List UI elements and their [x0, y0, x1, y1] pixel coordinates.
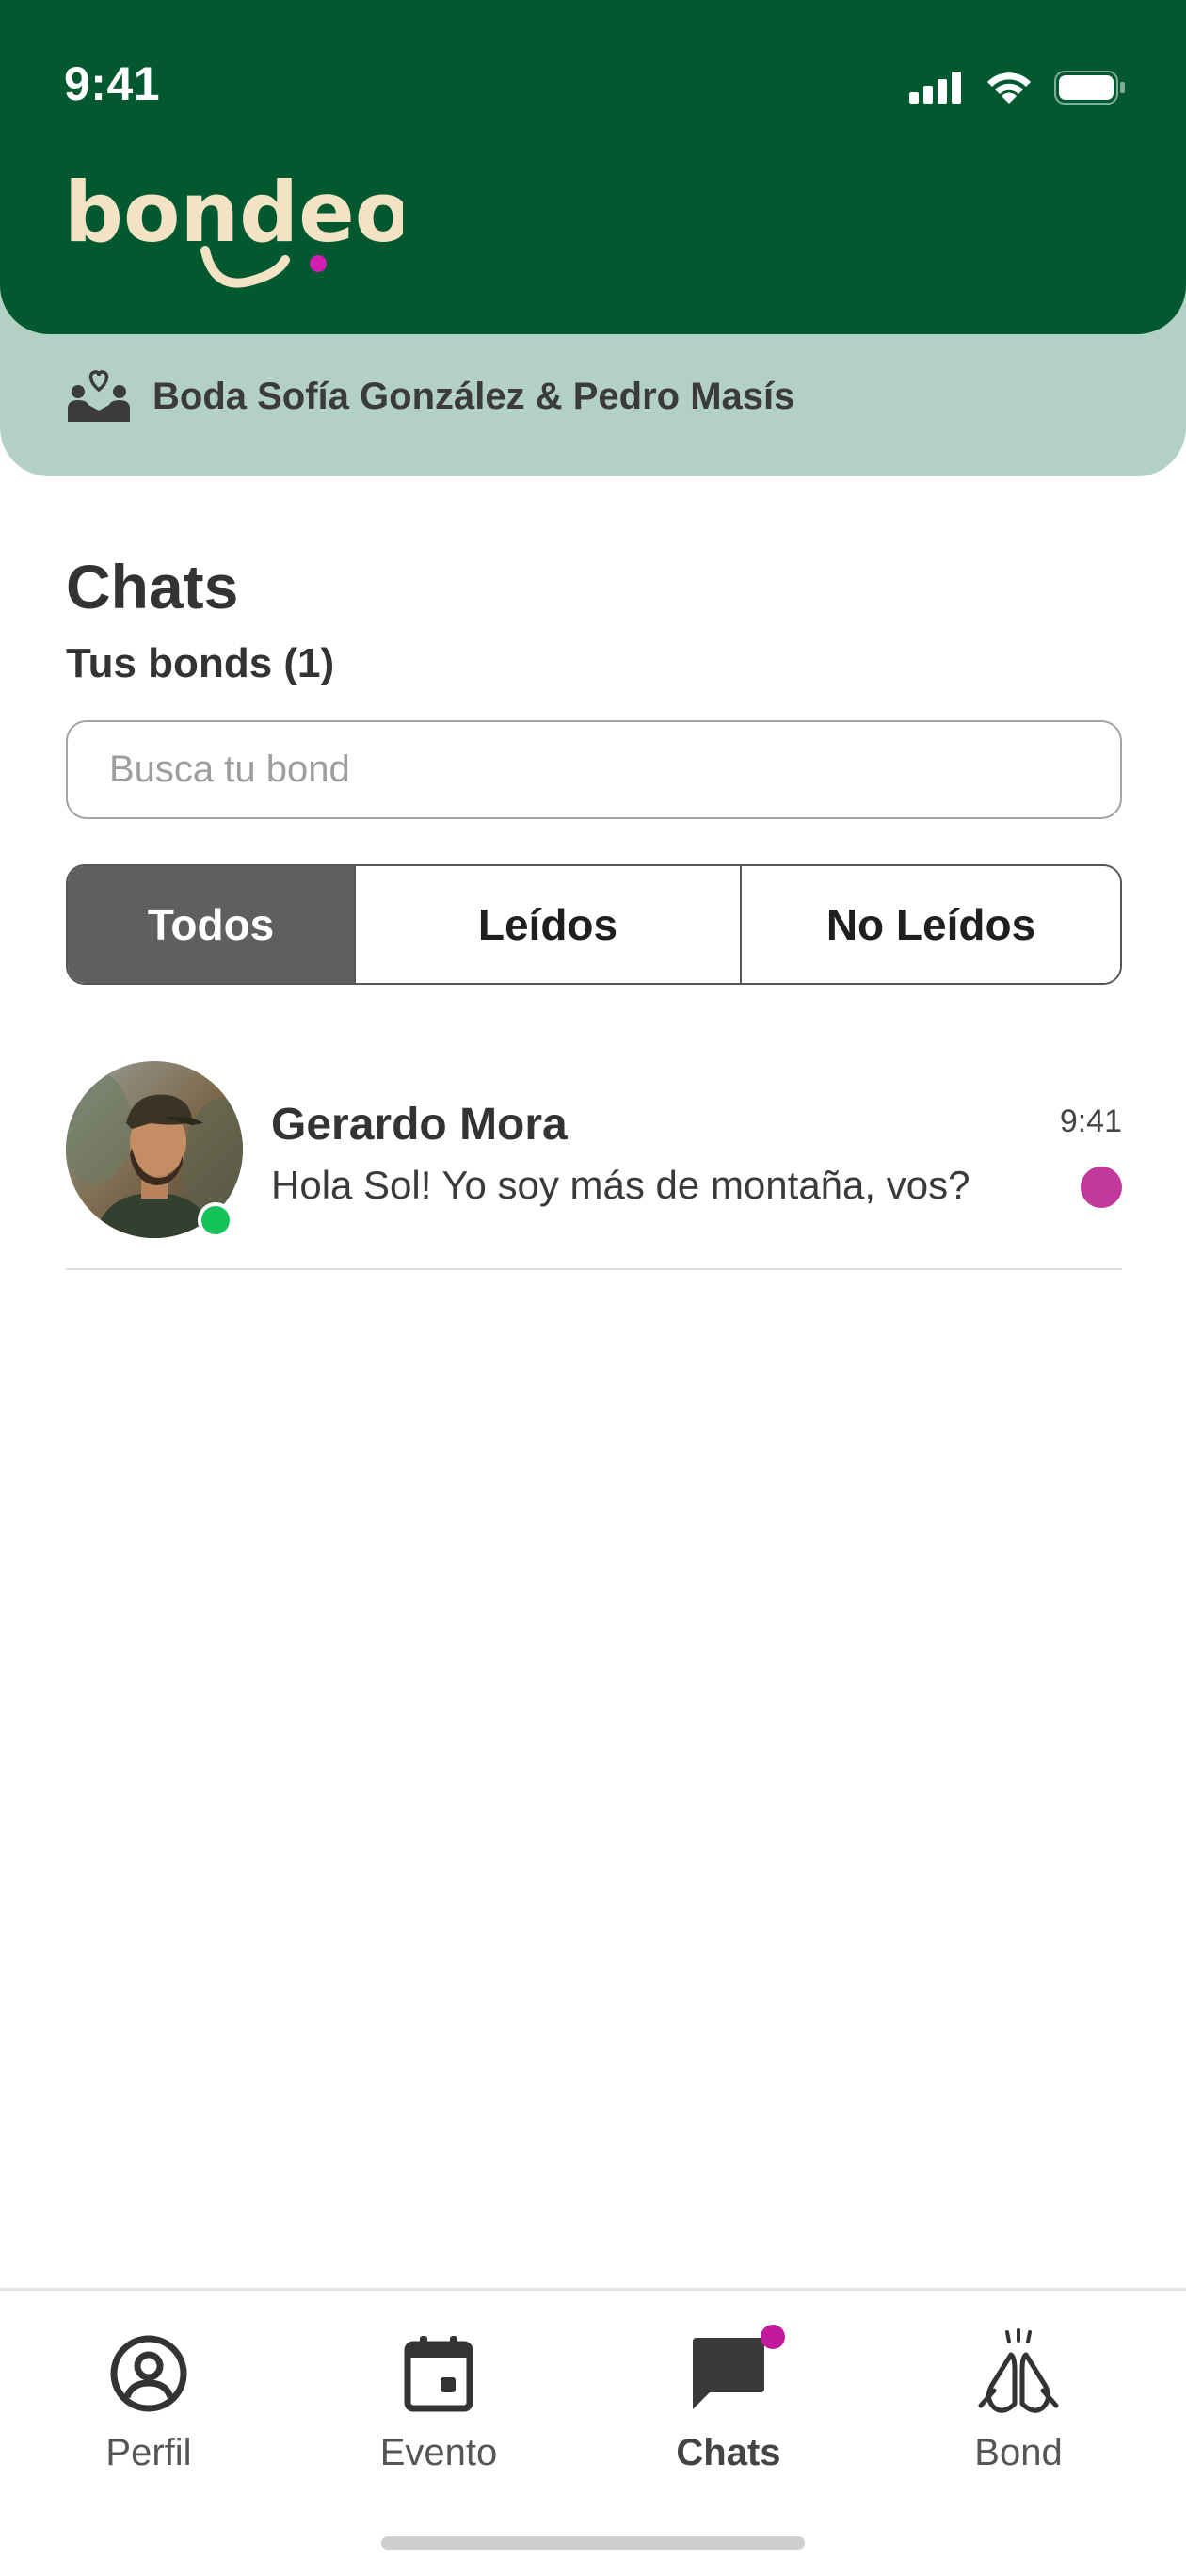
- tab-bond-label: Bond: [974, 2432, 1063, 2473]
- couple-heart-icon: [68, 370, 130, 422]
- tab-evento[interactable]: Evento: [326, 2328, 552, 2474]
- filter-segmented-control: Todos Leídos No Leídos: [66, 864, 1122, 985]
- status-icons: [909, 70, 1126, 105]
- chat-contact-name: Gerardo Mora: [271, 1100, 568, 1150]
- chat-timestamp: 9:41: [1059, 1103, 1122, 1139]
- bottom-tab-bar: Perfil Evento Chats Bond: [0, 2288, 1186, 2576]
- filter-leidos-button[interactable]: Leídos: [354, 866, 740, 983]
- search-input[interactable]: [66, 720, 1122, 819]
- filter-todos-button[interactable]: Todos: [68, 866, 354, 983]
- tab-bond[interactable]: Bond: [906, 2328, 1131, 2474]
- tab-perfil[interactable]: Perfil: [36, 2328, 262, 2474]
- logo-text: bondeo: [64, 169, 403, 261]
- app-header: 9:41 bondeo: [0, 0, 1186, 334]
- filter-no-leidos-button[interactable]: No Leídos: [740, 866, 1120, 983]
- bondeo-logo: bondeo: [64, 164, 411, 301]
- signal-icon: [909, 72, 961, 104]
- chat-bubble-icon: [689, 2325, 785, 2419]
- tab-evento-label: Evento: [379, 2432, 498, 2473]
- wifi-icon: [987, 72, 1031, 104]
- unread-indicator-dot: [1081, 1167, 1122, 1208]
- event-name: Boda Sofía González & Pedro Masís: [152, 375, 795, 417]
- home-indicator: [381, 2536, 805, 2550]
- clapping-hands-icon: [973, 2328, 1064, 2419]
- bonds-count-subtitle: Tus bonds (1): [66, 640, 335, 686]
- event-selector[interactable]: Boda Sofía González & Pedro Masís: [66, 369, 794, 424]
- calendar-icon: [403, 2328, 474, 2419]
- chats-notification-badge: [761, 2325, 785, 2349]
- battery-icon: [1054, 71, 1125, 105]
- online-status-dot: [198, 1202, 233, 1238]
- chat-last-message: Hola Sol! Yo soy más de montaña, vos?: [271, 1163, 970, 1207]
- tab-chats-label: Chats: [676, 2432, 781, 2473]
- tab-chats[interactable]: Chats: [616, 2325, 841, 2474]
- page-title: Chats: [66, 552, 239, 621]
- chat-list-item[interactable]: Gerardo Mora Hola Sol! Yo soy más de mon…: [66, 1061, 1122, 1270]
- profile-icon: [109, 2328, 188, 2419]
- avatar: [66, 1061, 243, 1238]
- tab-perfil-label: Perfil: [105, 2432, 192, 2473]
- status-time: 9:41: [64, 57, 161, 110]
